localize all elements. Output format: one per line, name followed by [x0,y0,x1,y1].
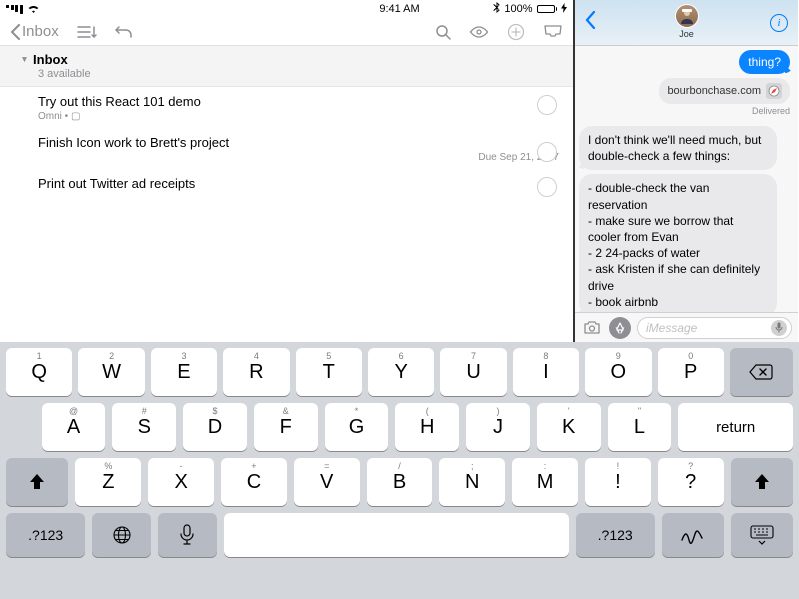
complete-circle[interactable] [537,95,557,115]
cellular-icon [6,5,23,14]
globe-key[interactable] [92,513,151,557]
key-O[interactable]: 9O [585,348,651,396]
key-G[interactable]: *G [325,403,389,451]
section-title: Inbox [33,52,68,67]
scribble-key[interactable] [662,513,724,557]
status-bar: 9:41 AM 100% [0,0,573,18]
toolbar: Inbox [0,18,573,46]
inbox-icon[interactable] [543,25,563,39]
key-Q[interactable]: 1Q [6,348,72,396]
info-icon[interactable]: i [770,14,788,32]
key-H[interactable]: (H [395,403,459,451]
key-B[interactable]: /B [367,458,433,506]
space-key[interactable] [224,513,569,557]
dictation-key[interactable] [158,513,217,557]
app-store-icon[interactable] [609,317,631,339]
key-X[interactable]: -X [148,458,214,506]
section-header[interactable]: ▴ Inbox 3 available [0,46,573,87]
section-subtitle: 3 available [38,68,559,80]
key-P[interactable]: 0P [658,348,724,396]
key-S[interactable]: #S [112,403,176,451]
add-icon[interactable] [507,23,525,41]
complete-circle[interactable] [537,177,557,197]
shift-key[interactable] [6,458,68,506]
back-button[interactable]: Inbox [10,23,59,40]
symbols-key-right[interactable]: .?123 [576,513,655,557]
return-key[interactable]: return [678,403,793,451]
undo-icon[interactable] [115,25,133,39]
key-R[interactable]: 4R [223,348,289,396]
todo-title: Try out this React 101 demo [38,94,559,109]
charging-icon [561,3,567,16]
messages-panel: Joe i thing? bourbonchase.com Delivered … [575,0,798,342]
todo-meta: Omni • ▢ [38,111,559,122]
key-V[interactable]: =V [294,458,360,506]
key-C[interactable]: +C [221,458,287,506]
keyboard: 1Q2W3E4R5T6Y7U8I9O0P @A#S$D&F*G(H)J'K"Lr… [0,342,799,599]
chevron-down-icon: ▴ [22,54,27,65]
key-M[interactable]: :M [512,458,578,506]
todo-title: Finish Icon work to Brett's project [38,135,559,150]
todo-due: Due Sep 21, 2017 [38,152,559,163]
sort-icon[interactable] [77,25,97,39]
todo-list: Try out this React 101 demo Omni • ▢ Fin… [0,87,573,342]
incoming-bubble: I don't think we'll need much, but doubl… [579,126,777,170]
key-?[interactable]: ?? [658,458,724,506]
message-input-bar: iMessage [575,312,798,342]
battery-icon [537,5,558,13]
safari-icon [766,83,782,99]
delivered-label: Delivered [752,106,790,116]
incoming-bubble: - double-check the van reservation - mak… [579,174,777,312]
todo-app-panel: 9:41 AM 100% Inbox [0,0,575,342]
key-E[interactable]: 3E [151,348,217,396]
key-L[interactable]: "L [608,403,672,451]
messages-header: Joe i [575,0,798,46]
search-icon[interactable] [435,24,451,40]
mic-icon[interactable] [771,320,787,336]
back-label: Inbox [22,23,59,40]
key-A[interactable]: @A [42,403,106,451]
key-Z[interactable]: %Z [75,458,141,506]
dismiss-keyboard-key[interactable] [731,513,793,557]
key-W[interactable]: 2W [78,348,144,396]
symbols-key[interactable]: .?123 [6,513,85,557]
key-T[interactable]: 5T [296,348,362,396]
key-J[interactable]: )J [466,403,530,451]
key-U[interactable]: 7U [440,348,506,396]
key-Y[interactable]: 6Y [368,348,434,396]
camera-icon[interactable] [581,317,603,339]
bluetooth-icon [493,2,500,16]
back-chevron-icon[interactable] [585,11,596,34]
todo-item[interactable]: Try out this React 101 demo Omni • ▢ [0,87,573,128]
todo-title: Print out Twitter ad receipts [38,176,559,191]
contact-name: Joe [679,29,694,39]
key-D[interactable]: $D [183,403,247,451]
backspace-key[interactable] [730,348,793,396]
link-preview[interactable]: bourbonchase.com [659,78,790,104]
messages-body[interactable]: thing? bourbonchase.com Delivered I don'… [575,46,798,312]
message-placeholder: iMessage [646,321,697,335]
outgoing-bubble: thing? [739,50,790,74]
key-N[interactable]: ;N [439,458,505,506]
complete-circle[interactable] [537,142,557,162]
key-![interactable]: !! [585,458,651,506]
shift-key[interactable] [731,458,793,506]
message-input[interactable]: iMessage [637,317,792,339]
key-I[interactable]: 8I [513,348,579,396]
view-icon[interactable] [469,26,489,38]
key-F[interactable]: &F [254,403,318,451]
key-K[interactable]: 'K [537,403,601,451]
status-time: 9:41 AM [379,3,419,15]
link-text: bourbonchase.com [667,85,761,97]
wifi-icon [27,4,40,14]
battery-percent: 100% [504,3,532,15]
todo-item[interactable]: Print out Twitter ad receipts [0,169,573,199]
todo-item[interactable]: Finish Icon work to Brett's project Due … [0,128,573,169]
avatar[interactable] [675,4,699,28]
